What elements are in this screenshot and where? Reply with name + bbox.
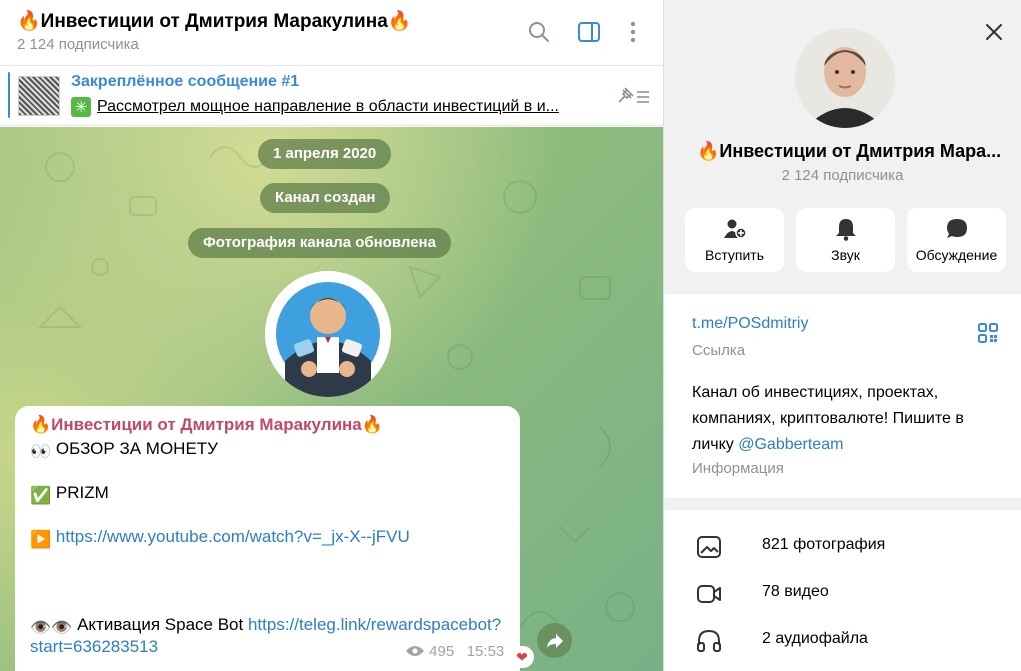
- play-button-emoji: ▶️: [30, 530, 52, 549]
- close-icon: [986, 24, 1002, 40]
- photo-icon: [697, 536, 721, 558]
- telegram-window: 🔥Инвестиции от Дмитрия Маракулина🔥 2 124…: [0, 0, 1021, 671]
- join-button[interactable]: Вступить: [685, 208, 784, 272]
- channel-link[interactable]: t.me/POSdmitriy: [692, 315, 808, 333]
- discussion-label: Обсуждение: [915, 247, 998, 263]
- close-panel-button[interactable]: [980, 18, 1008, 46]
- media-card: 821 фотография 78 видео 2 аудиофайла: [664, 510, 1021, 671]
- pinned-text: ✳ Рассмотрел мощное направление в област…: [71, 97, 591, 117]
- qr-code-icon: [978, 323, 998, 343]
- pinned-indicator: [8, 72, 10, 118]
- chat-bubble-icon: [946, 219, 967, 238]
- post-spacebot-text: Активация Space Bot: [77, 615, 244, 634]
- post-review-text: ОБЗОР ЗА МОНЕТУ: [55, 439, 218, 458]
- more-button[interactable]: [619, 18, 647, 46]
- pin-list-icon: [618, 87, 649, 103]
- profile-name: 🔥Инвестиции от Дмитрия Мара...: [697, 141, 1002, 161]
- media-row-videos[interactable]: 78 видео: [664, 571, 1021, 617]
- post-line-prizm: ✅ PRIZM: [30, 483, 109, 506]
- date-separator: 1 апреля 2020: [258, 139, 392, 169]
- spacebot-link-continued[interactable]: start=636283513: [30, 637, 158, 656]
- videos-count: 78 видео: [762, 583, 829, 600]
- unpin-list-button[interactable]: [613, 84, 653, 108]
- media-row-audio[interactable]: 2 аудиофайла: [664, 618, 1021, 664]
- post-prizm-text: PRIZM: [55, 483, 109, 502]
- join-label: Вступить: [704, 247, 764, 263]
- post-line-review: 👀 ОБЗОР ЗА МОНЕТУ: [30, 439, 218, 462]
- join-user-icon: [723, 219, 747, 239]
- info-caption: Информация: [692, 460, 784, 477]
- channel-photo-update[interactable]: [265, 271, 391, 397]
- youtube-link[interactable]: https://www.youtube.com/watch?v=_jx-X--j…: [56, 527, 410, 546]
- post-line-spacebot-cont: start=636283513: [30, 637, 158, 657]
- pinned-message-bar[interactable]: Закреплённое сообщение #1 ✳ Рассмотрел м…: [0, 66, 663, 126]
- sound-label: Звук: [831, 247, 860, 263]
- headphones-icon: [697, 629, 721, 652]
- sidebar-toggle-icon: [578, 22, 600, 42]
- service-photo-updated: Фотография канала обновлена: [188, 228, 451, 258]
- cartoon-businessman-icon: [265, 271, 391, 397]
- eyes-emoji: 👁️👁️: [30, 618, 73, 637]
- more-vertical-icon: [630, 21, 636, 43]
- person-photo: [795, 28, 895, 128]
- chat-header[interactable]: 🔥Инвестиции от Дмитрия Маракулина🔥 2 124…: [0, 0, 663, 66]
- toggle-sidebar-button[interactable]: [575, 18, 603, 46]
- view-count: 495: [429, 643, 455, 660]
- eye-icon: [406, 646, 424, 656]
- media-row-photos[interactable]: 821 фотография: [664, 524, 1021, 570]
- mention-link[interactable]: @Gabberteam: [738, 436, 843, 453]
- eight-spoked-asterisk-emoji: ✳: [71, 97, 91, 117]
- chat-area: 🔥Инвестиции от Дмитрия Маракулина🔥 2 124…: [0, 0, 663, 671]
- search-icon: [529, 22, 549, 42]
- channel-info-card: t.me/POSdmitriy Ссылка Канал об инвестиц…: [664, 294, 1021, 498]
- photos-count: 821 фотография: [762, 536, 886, 553]
- channel-post[interactable]: 🔥Инвестиции от Дмитрия Маракулина🔥 👀 ОБЗ…: [15, 406, 520, 671]
- post-author[interactable]: 🔥Инвестиции от Дмитрия Маракулина🔥: [30, 415, 383, 435]
- search-button[interactable]: [525, 18, 553, 46]
- audio-count: 2 аудиофайла: [762, 630, 868, 647]
- bell-icon: [835, 219, 856, 241]
- post-line-youtube: ▶️ https://www.youtube.com/watch?v=_jx-X…: [30, 527, 410, 550]
- heart-reaction[interactable]: ❤: [510, 646, 534, 668]
- service-channel-created: Канал создан: [260, 183, 391, 213]
- share-button[interactable]: [537, 623, 572, 658]
- pinned-title: Закреплённое сообщение #1: [71, 73, 300, 90]
- channel-title[interactable]: 🔥Инвестиции от Дмитрия Маракулина🔥: [17, 9, 411, 33]
- share-arrow-icon: [546, 633, 563, 648]
- sound-button[interactable]: Звук: [796, 208, 895, 272]
- qr-code-button[interactable]: [977, 322, 999, 344]
- pinned-text-content: Рассмотрел мощное направление в области …: [97, 98, 559, 115]
- spacebot-link[interactable]: https://teleg.link/rewardspacebot?: [248, 615, 501, 634]
- channel-description: Канал об инвестициях, проектах, компания…: [692, 380, 1002, 458]
- post-line-spacebot: 👁️👁️ Активация Space Bot https://teleg.l…: [30, 615, 501, 638]
- profile-subscriber-count: 2 124 подписчика: [781, 167, 904, 184]
- check-mark-emoji: ✅: [30, 486, 52, 505]
- video-icon: [697, 585, 721, 603]
- link-caption: Ссылка: [692, 342, 746, 359]
- channel-avatar[interactable]: [795, 28, 895, 128]
- pinned-thumbnail: [18, 76, 60, 116]
- eyes-emoji: 👀: [30, 442, 52, 461]
- subscriber-count: 2 124 подписчика: [17, 36, 139, 53]
- post-meta: 495 15:53: [405, 643, 504, 660]
- discussion-button[interactable]: Обсуждение: [907, 208, 1006, 272]
- post-time: 15:53: [466, 643, 505, 660]
